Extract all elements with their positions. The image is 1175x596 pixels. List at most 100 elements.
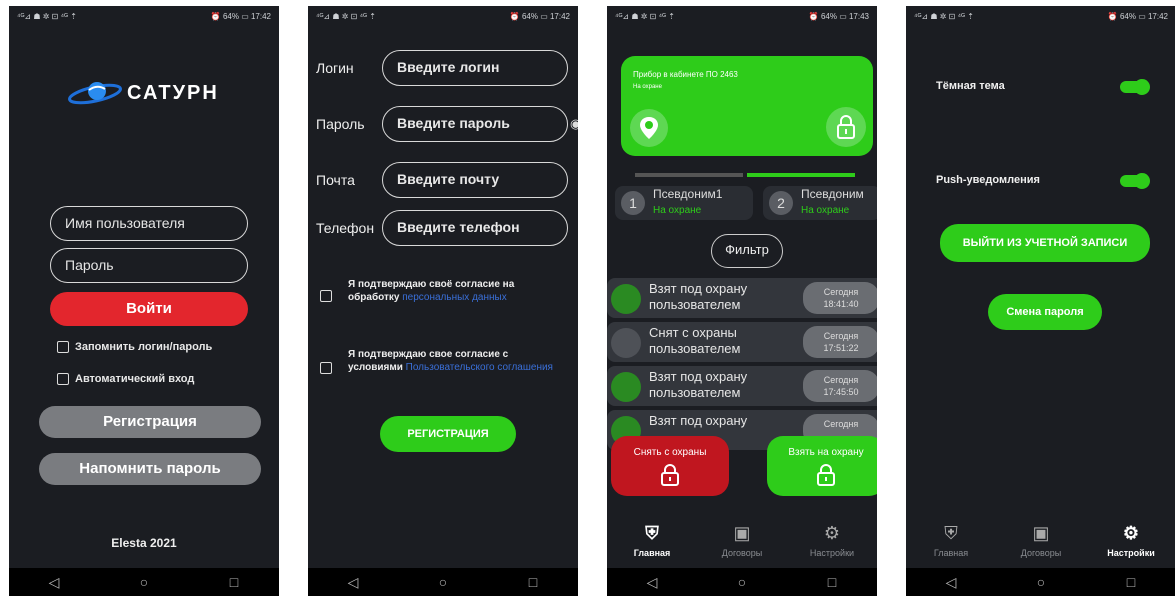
recent-apps-icon[interactable]: □ — [1111, 574, 1151, 590]
alias-chip-1[interactable]: 1 Псевдоним1 На охране — [615, 186, 753, 220]
event-line2: пользователем — [649, 385, 741, 400]
phone-label: Телефон — [316, 220, 375, 236]
event-row[interactable]: Снят с охраны пользователем Сегодня 17:51:… — [607, 322, 877, 362]
tab-settings-label: Настройки — [1107, 547, 1155, 558]
footer-text: Elesta 2021 — [111, 536, 177, 550]
home-icon[interactable]: ○ — [423, 574, 463, 590]
back-icon[interactable]: ◁ — [632, 574, 672, 591]
consent-personal-data[interactable]: Я подтверждаю своё согласие на обработку… — [320, 278, 560, 304]
device-card[interactable]: Прибор в кабинете ПО 2463 На охране — [621, 56, 873, 156]
lock-icon — [817, 464, 835, 486]
back-icon[interactable]: ◁ — [333, 574, 373, 591]
recent-apps-icon[interactable]: □ — [812, 574, 852, 590]
system-nav-bar: ◁ ○ □ — [9, 568, 279, 596]
alias-chip-2[interactable]: 2 Псевдоним На охране — [763, 186, 877, 220]
event-day: Сегодня — [823, 287, 859, 297]
disarm-button[interactable]: Снять с охраны — [611, 436, 729, 496]
submit-registration-button[interactable]: РЕГИСТРАЦИЯ — [380, 416, 516, 452]
dark-theme-toggle[interactable] — [1120, 79, 1150, 95]
back-icon[interactable]: ◁ — [34, 574, 74, 591]
alias-text: Псевдоним На охране — [801, 188, 864, 218]
event-row[interactable]: Взят под охрану пользователем Сегодня 17:4… — [607, 366, 877, 406]
checkbox-box[interactable] — [57, 341, 69, 353]
event-text: Взят под охрану пользователем — [649, 281, 747, 313]
tab-contracts-label: Договоры — [721, 547, 763, 558]
registration-screen: ⁴ᴳ⊿ ☗ ✲ ⊡ ⁴ᴳ ⇡ ⏰ 64% ▭ 17:42 Логин Введи… — [308, 6, 578, 596]
tab-home-label: Главная — [633, 547, 671, 558]
event-time: Сегодня 17:51:22 — [803, 326, 877, 358]
phone-input[interactable]: Введите телефон — [382, 210, 568, 246]
tab-contracts[interactable]: ▣ Договоры — [702, 523, 782, 558]
logout-button[interactable]: ВЫЙТИ ИЗ УЧЕТНОЙ ЗАПИСИ — [940, 224, 1150, 262]
system-nav-bar: ◁ ○ □ — [607, 568, 877, 596]
recent-apps-icon[interactable]: □ — [214, 574, 254, 590]
location-pin-icon[interactable] — [629, 108, 669, 148]
event-time: Сегодня 17:45:50 — [803, 370, 877, 402]
auto-login-checkbox[interactable]: Автоматический вход — [57, 373, 194, 385]
back-icon[interactable]: ◁ — [931, 574, 971, 591]
email-input[interactable]: Введите почту — [382, 162, 568, 198]
event-text: Снят с охраны пользователем — [649, 325, 740, 357]
user-agreement-link[interactable]: Пользовательского соглашения — [406, 362, 553, 373]
consent-agreement-text: Я подтверждаю свое согласие с условиями … — [348, 348, 560, 374]
tab-home-label: Главная — [933, 547, 969, 558]
tab-home[interactable]: ⛨ Главная — [911, 523, 991, 558]
login-screen: ⁴ᴳ⊿ ☗ ✲ ⊡ ⁴ᴳ ⇡ ⏰ 64% ▭ 17:42 САТУРН Имя … — [9, 6, 279, 596]
register-button[interactable]: Регистрация — [39, 406, 261, 438]
password-input[interactable]: Пароль — [50, 248, 248, 283]
checkbox-box[interactable] — [57, 373, 69, 385]
event-line2: пользователем — [649, 297, 741, 312]
tab-contracts-label: Договоры — [1020, 547, 1062, 558]
event-day: Сегодня — [823, 375, 859, 385]
alias-status: На охране — [801, 205, 850, 216]
status-right: ⏰ 64% ▭ 17:43 — [808, 11, 869, 21]
home-icon[interactable]: ○ — [1021, 574, 1061, 590]
change-password-button[interactable]: Смена пароля — [988, 294, 1102, 330]
event-text: Взят под охрану — [649, 413, 747, 429]
personal-data-link[interactable]: персональных данных — [402, 292, 506, 303]
tab-settings[interactable]: ⚙ Настройки — [1091, 523, 1171, 558]
login-row: Логин Введите логин — [316, 50, 568, 86]
event-line2: пользователем — [649, 341, 741, 356]
status-right: ⏰ 64% ▭ 17:42 — [210, 11, 271, 21]
login-button[interactable]: Войти — [50, 292, 248, 326]
briefcase-icon: ▣ — [733, 522, 751, 543]
recent-apps-icon[interactable]: □ — [513, 574, 553, 590]
device-status: На охране — [633, 84, 662, 90]
unlock-icon — [661, 464, 679, 486]
remind-password-button[interactable]: Напомнить пароль — [39, 453, 261, 485]
unlocked-event-icon — [611, 328, 641, 358]
event-row[interactable]: Взят под охрану пользователем Сегодня 18:4… — [607, 278, 877, 318]
shield-icon: ⛨ — [645, 522, 659, 543]
event-time: Сегодня 18:41:40 — [803, 282, 877, 314]
push-toggle[interactable] — [1120, 173, 1150, 189]
device-page-indicator-active — [747, 173, 855, 177]
password-input[interactable]: Введите пароль — [382, 106, 568, 142]
arm-button[interactable]: Взять на охрану — [767, 436, 877, 496]
auto-login-label: Автоматический вход — [75, 373, 195, 385]
consent-personal-text: Я подтверждаю своё согласие на обработку… — [348, 278, 560, 304]
show-password-eye-icon[interactable]: ◉ — [570, 116, 578, 132]
alias-status: На охране — [653, 205, 702, 216]
saturn-logo-icon — [68, 82, 122, 105]
remember-checkbox[interactable]: Запомнить логин/пароль — [57, 341, 212, 353]
status-left: ⁴ᴳ⊿ ☗ ✲ ⊡ ⁴ᴳ ⇡ — [17, 11, 77, 21]
tab-settings[interactable]: ⚙ Настройки — [792, 523, 872, 558]
gear-icon: ⚙ — [823, 522, 841, 543]
tab-home[interactable]: ⛨ Главная — [612, 523, 692, 558]
checkbox-box[interactable] — [320, 362, 332, 374]
lock-icon[interactable] — [825, 106, 867, 148]
home-icon[interactable]: ○ — [124, 574, 164, 590]
filter-button[interactable]: Фильтр — [711, 234, 783, 268]
checkbox-box[interactable] — [320, 290, 332, 302]
event-clock: 18:41:40 — [823, 299, 859, 309]
arm-label: Взять на охрану — [788, 447, 864, 458]
event-line1: Взят под охрану — [649, 413, 748, 428]
login-input[interactable]: Введите логин — [382, 50, 568, 86]
username-input[interactable]: Имя пользователя — [50, 206, 248, 241]
status-left: ⁴ᴳ⊿ ☗ ✲ ⊡ ⁴ᴳ ⇡ — [316, 11, 376, 21]
consent-user-agreement[interactable]: Я подтверждаю свое согласие с условиями … — [320, 348, 560, 374]
tab-contracts[interactable]: ▣ Договоры — [1001, 523, 1081, 558]
status-right: ⏰ 64% ▭ 17:42 — [1107, 11, 1168, 21]
home-icon[interactable]: ○ — [722, 574, 762, 590]
